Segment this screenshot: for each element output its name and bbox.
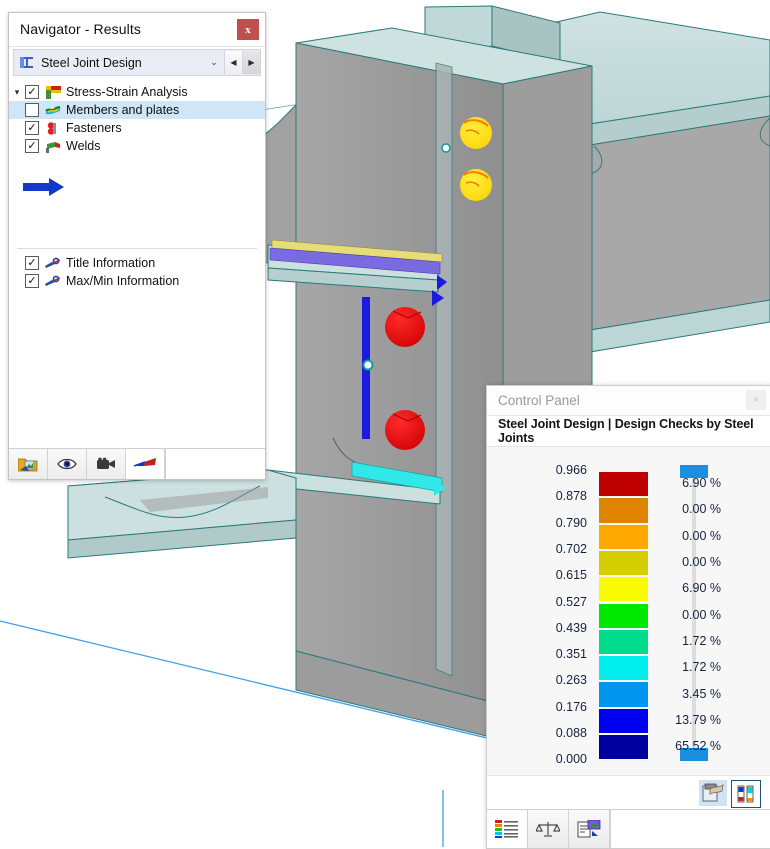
maxmin-info-icon (45, 274, 61, 288)
prev-result-button[interactable]: ◀ (224, 51, 242, 74)
legend-boundary-value: 0.176 (555, 699, 587, 714)
color-scale-legend[interactable]: 0.966 0.878 0.790 0.702 0.615 0.527 0.439 0.351… (487, 447, 770, 776)
legend-percentage-label: 0.00 % (682, 502, 721, 517)
members-plates-icon (45, 103, 61, 117)
checkbox[interactable]: ✓ (25, 121, 39, 135)
control-panel-title: Control Panel (498, 393, 580, 408)
legend-boundary-value: 0.878 (555, 489, 587, 504)
legend-percentage-label: 65.52 % (675, 739, 721, 754)
close-icon[interactable]: x (237, 19, 259, 40)
check-icon: ✓ (27, 256, 37, 269)
tree-item-label: Stress-Strain Analysis (66, 85, 188, 99)
tab-design-ratio[interactable] (528, 810, 569, 848)
checkbox[interactable]: ✓ (25, 139, 39, 153)
results-tree[interactable]: ▾ ✓ Stress-Strain Analysis Members and p… (9, 76, 265, 448)
tree-item-title-information[interactable]: ✓ Title Information (9, 254, 265, 272)
legend-color-band[interactable] (599, 550, 648, 576)
tree-item-label: Max/Min Information (66, 274, 180, 288)
title-info-icon (45, 256, 61, 270)
copy-scale-icon[interactable] (699, 780, 727, 806)
open-results-icon[interactable] (9, 449, 48, 479)
results-category-value: Steel Joint Design (41, 55, 142, 70)
legend-boundary-value: 0.439 (555, 620, 587, 635)
legend-boundary-value: 0.615 (555, 568, 587, 583)
toolbar-filler (165, 449, 265, 479)
legend-boundary-value: 0.790 (555, 515, 587, 530)
legend-color-band[interactable] (599, 629, 648, 655)
legend-color-band[interactable] (599, 656, 648, 681)
chevron-down-icon[interactable]: ▾ (9, 87, 25, 98)
welds-icon (45, 139, 61, 153)
legend-boundary-value: 0.000 (555, 752, 587, 767)
legend-percentage-label: 13.79 % (675, 712, 721, 727)
legend-color-band[interactable] (599, 603, 648, 628)
legend-color-band[interactable] (599, 708, 648, 733)
legend-percentage-label: 3.45 % (682, 686, 721, 701)
navigator-title: Navigator - Results (20, 21, 141, 37)
chevron-down-icon[interactable]: ⌄ (204, 51, 224, 74)
tree-item-stress-strain-analysis[interactable]: ▾ ✓ Stress-Strain Analysis (9, 83, 265, 101)
legend-boundary-value: 0.263 (555, 673, 587, 688)
close-icon[interactable]: × (746, 390, 766, 410)
visibility-eye-icon[interactable] (48, 449, 87, 479)
legend-percentage-label: 6.90 % (682, 476, 721, 491)
tabs-filler (610, 810, 770, 848)
legend-color-band[interactable] (599, 472, 648, 497)
legend-boundary-value: 0.527 (555, 594, 587, 609)
tree-item-label: Welds (66, 139, 101, 153)
legend-boundary-value: 0.966 (555, 463, 587, 477)
node-marker (362, 359, 374, 371)
navigator-titlebar[interactable]: Navigator - Results x (9, 13, 265, 47)
tree-item-label: Title Information (66, 256, 156, 270)
result-arrow-icon[interactable] (126, 449, 165, 479)
control-panel[interactable]: Control Panel × Steel Joint Design | Des… (486, 385, 770, 849)
legend-boundary-value: 0.351 (555, 647, 587, 662)
legend-color-band[interactable] (599, 498, 648, 523)
legend-percentage-label: 1.72 % (682, 660, 721, 675)
legend-percentage-label: 6.90 % (682, 581, 721, 596)
legend-percentage-label: 0.00 % (682, 607, 721, 622)
stress-strain-icon (45, 85, 61, 99)
edit-scale-icon[interactable] (731, 780, 761, 808)
checkbox[interactable]: ✓ (25, 85, 39, 99)
legend-color-band[interactable] (599, 577, 648, 602)
tree-item-fasteners[interactable]: ✓ Fasteners (9, 119, 265, 137)
legend-color-band[interactable] (599, 524, 648, 549)
control-panel-subtitle: Steel Joint Design | Design Checks by St… (487, 416, 770, 447)
legend-color-band[interactable] (599, 682, 648, 707)
legend-percentage-label: 1.72 % (682, 633, 721, 648)
legend-percentage-label: 0.00 % (682, 555, 721, 570)
control-panel-icon-row[interactable] (487, 776, 770, 809)
check-icon: ✓ (27, 274, 37, 287)
legend-boundary-value: 0.702 (555, 541, 587, 556)
next-result-button[interactable]: ▶ (242, 51, 260, 74)
steel-joint-icon (19, 56, 35, 70)
results-category-combobox[interactable]: Steel Joint Design ⌄ ◀ ▶ (13, 49, 261, 76)
control-panel-tabs[interactable] (487, 809, 770, 848)
camera-icon[interactable] (87, 449, 126, 479)
checkbox[interactable]: ✓ (25, 274, 39, 288)
tree-item-label: Members and plates (66, 103, 180, 117)
navigator-toolbar[interactable] (9, 448, 265, 479)
tree-item-members-and-plates[interactable]: Members and plates (9, 101, 265, 119)
tab-color-scale[interactable] (487, 810, 528, 848)
tab-display-factors[interactable] (569, 810, 610, 848)
control-panel-titlebar[interactable]: Control Panel × (487, 386, 770, 416)
node-marker-2 (441, 143, 451, 153)
check-icon: ✓ (27, 121, 37, 134)
tree-item-maxmin-information[interactable]: ✓ Max/Min Information (9, 272, 265, 290)
navigator-results-panel[interactable]: Navigator - Results x Steel Joint Design… (8, 12, 266, 480)
check-icon: ✓ (27, 85, 37, 98)
checkbox[interactable]: ✓ (25, 256, 39, 270)
tree-item-label: Fasteners (66, 121, 122, 135)
tree-item-welds[interactable]: ✓ Welds (9, 137, 265, 155)
legend-percentage-label: 0.00 % (682, 528, 721, 543)
legend-color-band[interactable] (599, 735, 648, 760)
checkbox[interactable] (25, 103, 39, 117)
legend-boundary-value: 0.088 (555, 726, 587, 740)
fasteners-icon (45, 121, 61, 135)
check-icon: ✓ (27, 139, 37, 152)
